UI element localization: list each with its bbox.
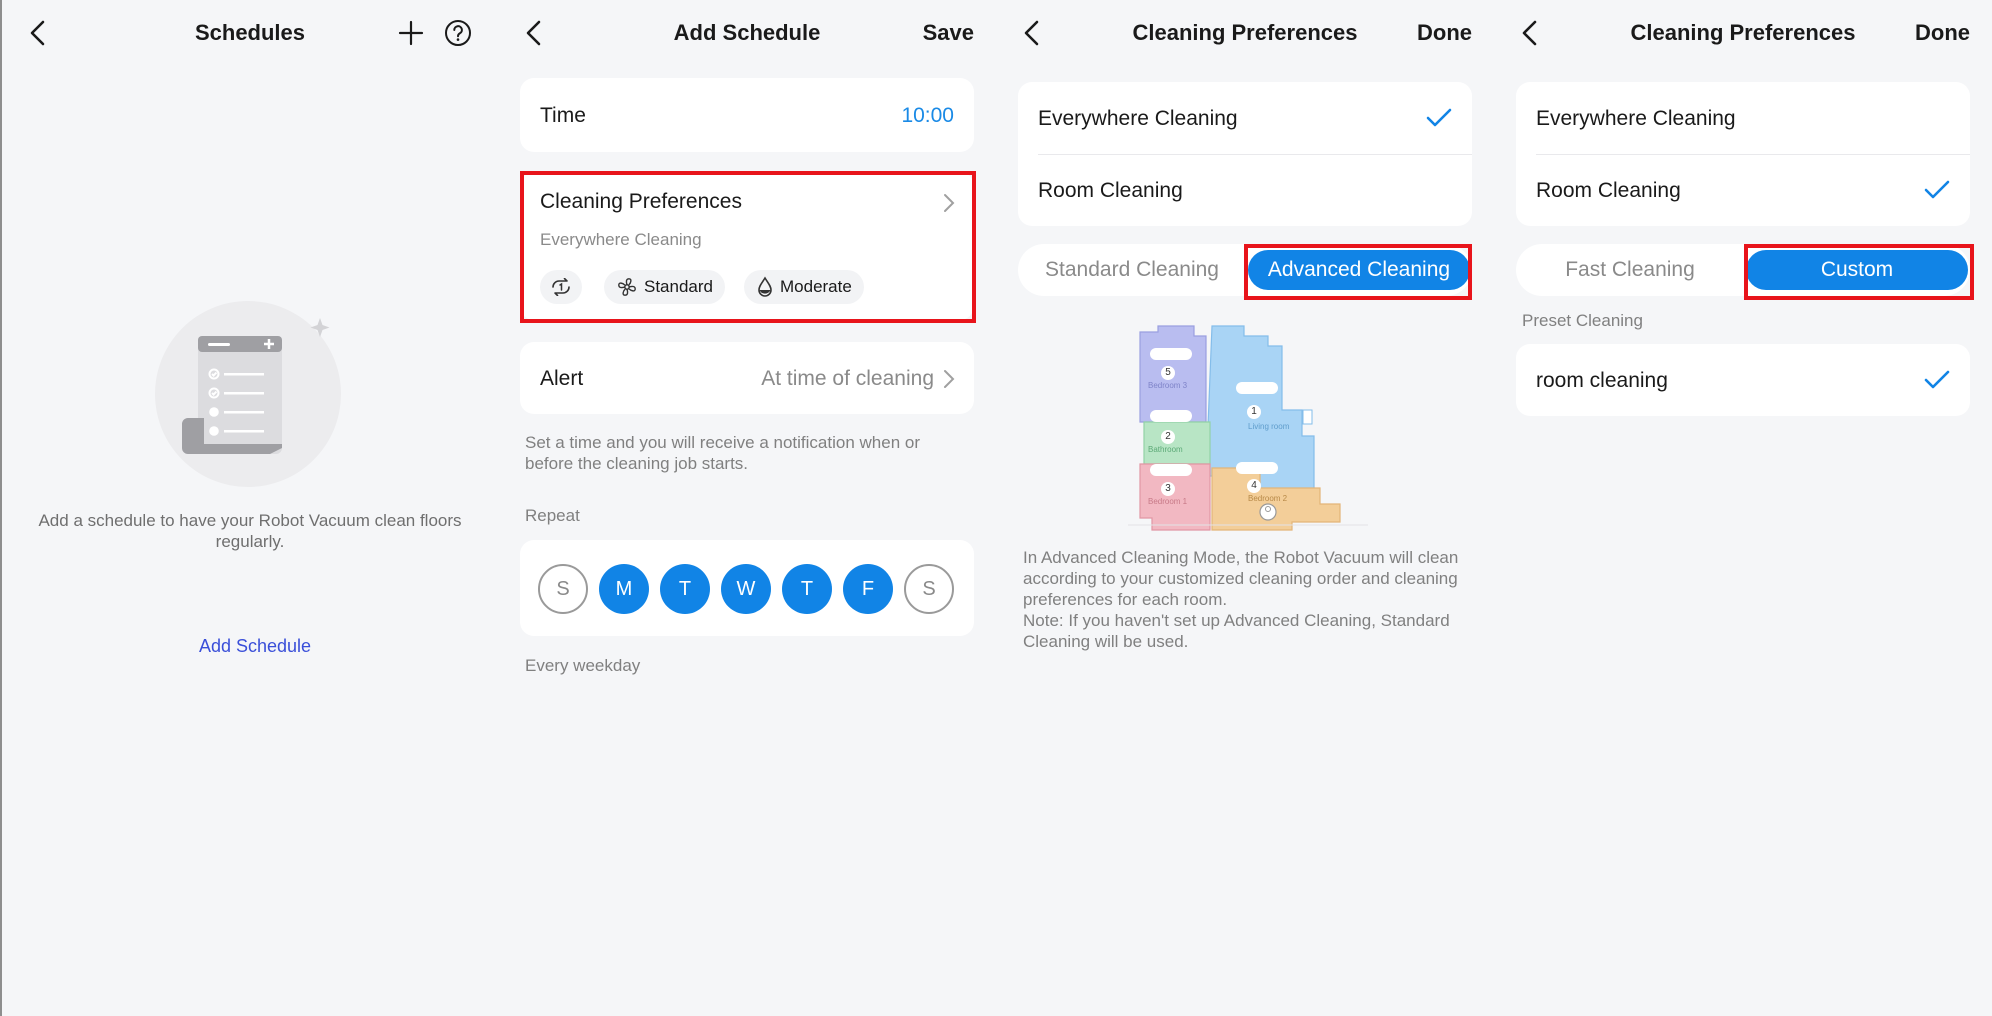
day-toggle-wednesday[interactable]: W [721, 564, 771, 614]
chevron-right-icon [944, 194, 955, 212]
done-button[interactable]: Done [1915, 20, 1970, 46]
room-name-label: Bedroom 3 [1148, 381, 1188, 390]
day-toggle-sunday[interactable]: S [538, 564, 588, 614]
nav-bar: Schedules [2, 0, 498, 68]
option-label: Everywhere Cleaning [1038, 107, 1238, 130]
room-cleaning-type-segmented-control: Fast Cleaning Custom [1516, 244, 1970, 296]
room-name-label: Bedroom 2 [1248, 494, 1288, 503]
chevron-right-icon [944, 370, 955, 388]
save-button[interactable]: Save [923, 20, 974, 46]
segment-advanced-cleaning[interactable]: Advanced Cleaning [1248, 250, 1470, 290]
segment-fast-cleaning[interactable]: Fast Cleaning [1516, 244, 1744, 296]
page-title: Add Schedule [673, 20, 821, 45]
nav-bar: Add Schedule Save [498, 0, 996, 68]
nav-bar: Cleaning Preferences Done [1494, 0, 1992, 68]
plus-icon[interactable] [398, 20, 424, 46]
repeat-summary: Every weekday [525, 656, 641, 675]
time-row[interactable]: Time 10:00 [520, 78, 974, 152]
option-room-cleaning[interactable]: Room Cleaning [1516, 154, 1970, 226]
schedules-screen: Schedules Add a schedule to have your Ro… [0, 0, 498, 1016]
time-value: 10:00 [901, 104, 954, 127]
day-toggle-tuesday[interactable]: T [660, 564, 710, 614]
water-level-text: Moderate [780, 277, 852, 296]
advanced-cleaning-description: In Advanced Cleaning Mode, the Robot Vac… [1023, 548, 1459, 651]
cleaning-mode-list: Everywhere Cleaning Room Cleaning [1516, 82, 1970, 226]
room-name-label: Bathroom [1148, 445, 1183, 454]
day-toggle-thursday[interactable]: T [782, 564, 832, 614]
alert-value: At time of cleaning [761, 367, 934, 390]
checkmark-icon [1924, 370, 1950, 389]
preset-item-label: room cleaning [1536, 369, 1668, 392]
add-schedule-screen: Add Schedule Save Time 10:00 Cleaning Pr… [498, 0, 996, 1016]
room-number-label: 1 [1251, 406, 1257, 417]
day-toggle-saturday[interactable]: S [904, 564, 954, 614]
cleaning-preferences-advanced-screen: Cleaning Preferences Done Everywhere Cle… [996, 0, 1494, 1016]
alert-label: Alert [540, 367, 584, 390]
help-icon[interactable] [444, 19, 472, 47]
cleaning-type-segmented-control: Standard Cleaning Advanced Cleaning [1018, 244, 1472, 296]
add-schedule-link[interactable]: Add Schedule [2, 636, 498, 657]
repeat-once-chip [540, 270, 582, 304]
suction-chip: Standard [604, 270, 725, 304]
preset-item-row[interactable]: room cleaning [1516, 344, 1970, 416]
checkmark-icon [1924, 180, 1950, 199]
cleaning-preferences-custom-screen: Cleaning Preferences Done Everywhere Cle… [1494, 0, 1992, 1016]
preset-cleaning-header: Preset Cleaning [1522, 311, 1643, 330]
water-flow-chip: Moderate [744, 270, 864, 304]
room-number-label: 5 [1165, 367, 1171, 378]
back-chevron-icon[interactable] [1018, 18, 1046, 48]
cleaning-preferences-label: Cleaning Preferences [540, 190, 742, 213]
room-number-label: 3 [1165, 483, 1171, 494]
option-room-cleaning[interactable]: Room Cleaning [1018, 154, 1472, 226]
back-chevron-icon[interactable] [520, 18, 548, 48]
day-toggle-friday[interactable]: F [843, 564, 893, 614]
suction-level-text: Standard [644, 277, 713, 296]
repeat-once-icon [552, 278, 570, 296]
fan-icon [618, 278, 636, 296]
room-name-label: Bedroom 1 [1148, 497, 1188, 506]
done-button[interactable]: Done [1417, 20, 1472, 46]
checkmark-icon [1426, 108, 1452, 127]
cleaning-preferences-card[interactable]: Cleaning Preferences Everywhere Cleaning… [520, 172, 974, 320]
option-everywhere-cleaning[interactable]: Everywhere Cleaning [1018, 82, 1472, 154]
back-chevron-icon[interactable] [24, 18, 52, 48]
cleaning-mode-list: Everywhere Cleaning Room Cleaning [1018, 82, 1472, 226]
option-label: Room Cleaning [1536, 179, 1681, 202]
nav-bar: Cleaning Preferences Done [996, 0, 1494, 68]
empty-state-message: Add a schedule to have your Robot Vacuum… [38, 511, 462, 551]
empty-schedule-illustration-icon [155, 301, 341, 487]
room-number-label: 2 [1165, 431, 1171, 442]
cleaning-mode-text: Everywhere Cleaning [540, 230, 702, 249]
room-number-label: 4 [1251, 480, 1257, 491]
back-chevron-icon[interactable] [1516, 18, 1544, 48]
alert-row[interactable]: Alert At time of cleaning [520, 342, 974, 414]
room-name-label: Living room [1248, 422, 1290, 431]
repeat-label: Repeat [525, 506, 580, 525]
option-label: Room Cleaning [1038, 179, 1183, 202]
segment-custom[interactable]: Custom [1746, 250, 1968, 290]
option-everywhere-cleaning[interactable]: Everywhere Cleaning [1516, 82, 1970, 154]
water-drop-icon [758, 276, 772, 297]
screenshot-collage: Schedules Add a schedule to have your Ro… [0, 0, 1992, 1016]
repeat-days-card: S M T W T F S [520, 540, 974, 636]
segment-standard-cleaning[interactable]: Standard Cleaning [1018, 244, 1246, 296]
alert-note: Set a time and you will receive a notifi… [525, 433, 920, 473]
day-toggle-monday[interactable]: M [599, 564, 649, 614]
option-label: Everywhere Cleaning [1536, 107, 1736, 130]
time-label: Time [540, 104, 586, 127]
